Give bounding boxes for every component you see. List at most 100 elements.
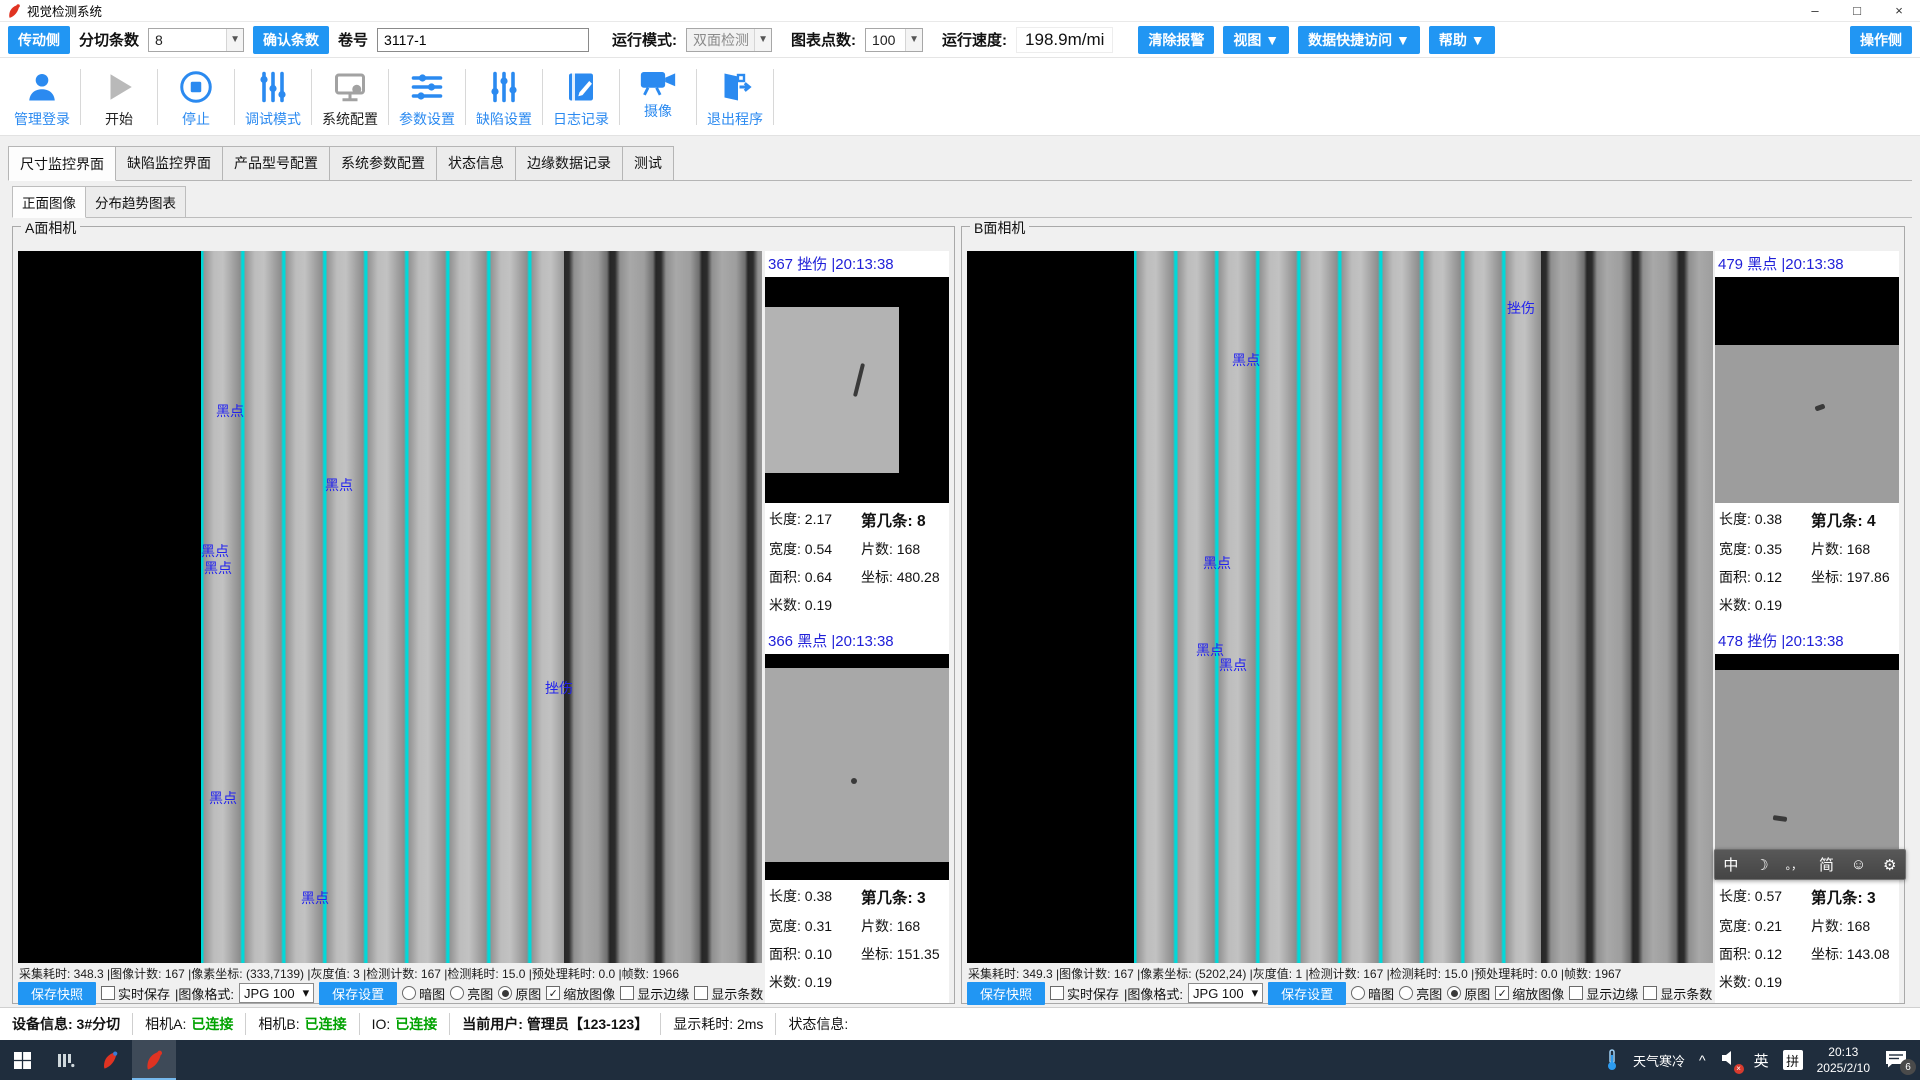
tab-system-param-config[interactable]: 系统参数配置 — [329, 146, 437, 180]
metric-coord: 坐标: 151.35 — [861, 944, 945, 964]
realtime-save-checkbox[interactable]: 实时保存 — [101, 984, 170, 1003]
weather-text[interactable]: 天气寒冷 — [1633, 1051, 1685, 1070]
taskbar-clock[interactable]: 20:13 2025/2/10 — [1817, 1044, 1870, 1076]
pinned-app-button[interactable] — [44, 1040, 88, 1080]
defect-marker: 黑点 — [1219, 655, 1247, 675]
strip-outer-zone — [564, 251, 762, 963]
defect-card-header[interactable]: 367 挫伤 |20:13:38 — [765, 251, 949, 277]
show-edge-checkbox[interactable]: 显示边缘 — [620, 984, 689, 1003]
defect-marker: 挫伤 — [1507, 298, 1535, 318]
zoom-image-checkbox[interactable]: ✓缩放图像 — [546, 984, 615, 1003]
exit-door-icon — [717, 65, 753, 105]
defect-metrics: 长度: 0.57 第几条: 3 宽度: 0.21 片数: 168 面积: 0.1… — [1715, 880, 1899, 992]
exit-program-button[interactable]: 退出程序 — [697, 65, 773, 129]
ime-punctuation-toggle[interactable]: 。， — [1786, 857, 1803, 873]
camera-b-controls: 保存快照 实时保存 |图像格式: JPG 100▾ 保存设置 暗图 亮图 原图 … — [967, 983, 1711, 1003]
camera-b-connection: 相机B:已连接 — [246, 1013, 359, 1035]
camera-a-controls: 保存快照 实时保存 |图像格式: JPG 100▾ 保存设置 暗图 亮图 原图 … — [18, 983, 762, 1003]
camera-a-image[interactable]: 黑点 黑点 黑点 黑点 挫伤 黑点 黑点 — [18, 251, 762, 963]
checkbox-icon — [1643, 986, 1657, 1000]
tab-edge-data-record[interactable]: 边缘数据记录 — [515, 146, 623, 180]
metric-coord: 坐标: 143.08 — [1811, 944, 1895, 964]
defect-card-header[interactable]: 479 黑点 |20:13:38 — [1715, 251, 1899, 277]
roll-no-input[interactable] — [377, 28, 589, 52]
notification-center-button[interactable]: 6 — [1884, 1049, 1910, 1071]
show-strips-checkbox[interactable]: 显示条数 — [694, 984, 763, 1003]
data-quick-access-button[interactable]: 数据快捷访问 ▼ — [1298, 26, 1420, 54]
show-edge-checkbox[interactable]: 显示边缘 — [1569, 984, 1638, 1003]
save-snapshot-button[interactable]: 保存快照 — [967, 982, 1045, 1005]
save-settings-button[interactable]: 保存设置 — [1268, 982, 1346, 1005]
tab-size-monitor[interactable]: 尺寸监控界面 — [8, 146, 116, 181]
defect-settings-button[interactable]: 缺陷设置 — [466, 65, 542, 129]
clear-alarm-button[interactable]: 清除报警 — [1138, 26, 1214, 54]
ime-simplified-toggle[interactable]: 简 — [1819, 854, 1834, 875]
view-menu-button[interactable]: 视图 ▼ — [1223, 26, 1289, 54]
defect-card: 367 挫伤 |20:13:38 长度: 2.17 第几条: 8 宽度: 0.5… — [765, 251, 949, 615]
control-label: 实时保存 — [118, 984, 170, 1003]
tab-status-info[interactable]: 状态信息 — [436, 146, 516, 180]
original-image-radio[interactable]: 原图 — [1447, 984, 1490, 1003]
control-label: 暗图 — [419, 984, 445, 1003]
defect-thumbnail[interactable] — [1715, 654, 1899, 880]
ime-settings-icon[interactable]: ⚙ — [1883, 856, 1896, 874]
ime-indicator[interactable]: 拼 — [1783, 1050, 1803, 1070]
zoom-image-checkbox[interactable]: ✓缩放图像 — [1495, 984, 1564, 1003]
control-label: 原图 — [1464, 984, 1490, 1003]
admin-login-button[interactable]: 管理登录 — [4, 65, 80, 129]
show-strips-checkbox[interactable]: 显示条数 — [1643, 984, 1712, 1003]
pinned-app2-button[interactable] — [88, 1040, 132, 1080]
defect-thumbnail[interactable] — [765, 654, 949, 880]
bright-image-radio[interactable]: 亮图 — [1399, 984, 1442, 1003]
defect-thumbnail[interactable] — [1715, 277, 1899, 503]
help-menu-button[interactable]: 帮助 ▼ — [1429, 26, 1495, 54]
camera-b-image[interactable]: 挫伤 黑点 黑点 黑点 黑点 — [967, 251, 1713, 963]
subtab-front-image[interactable]: 正面图像 — [12, 186, 86, 218]
log-record-button[interactable]: 日志记录 — [543, 65, 619, 129]
debug-mode-button[interactable]: 调试模式 — [235, 65, 311, 129]
start-button[interactable] — [0, 1040, 44, 1080]
stop-button[interactable]: 停止 — [158, 65, 234, 129]
minimize-icon[interactable]: – — [1794, 0, 1836, 22]
ime-emoji-icon[interactable]: ☺ — [1851, 856, 1866, 873]
dark-image-radio[interactable]: 暗图 — [402, 984, 445, 1003]
ime-fullwidth-icon[interactable]: ☽ — [1755, 856, 1768, 874]
save-snapshot-button[interactable]: 保存快照 — [18, 982, 96, 1005]
tray-expand-icon[interactable]: ^ — [1699, 1052, 1706, 1068]
volume-muted-icon[interactable]: × — [1720, 1049, 1740, 1072]
parameter-settings-button[interactable]: 参数设置 — [389, 65, 465, 129]
original-image-radio[interactable]: 原图 — [498, 984, 541, 1003]
run-mode-select[interactable]: 双面检测 ▼ — [686, 28, 772, 52]
operation-side-button[interactable]: 操作侧 — [1850, 26, 1912, 54]
start-button[interactable]: 开始 — [81, 65, 157, 129]
defect-card-header[interactable]: 366 黑点 |20:13:38 — [765, 628, 949, 654]
action-label: 停止 — [182, 109, 210, 129]
language-indicator[interactable]: 英 — [1754, 1050, 1769, 1071]
save-settings-button[interactable]: 保存设置 — [319, 982, 397, 1005]
transmission-side-button[interactable]: 传动侧 — [8, 26, 70, 54]
tab-test[interactable]: 测试 — [622, 146, 674, 180]
image-format-select[interactable]: JPG 100▾ — [239, 983, 314, 1003]
metric-width: 宽度: 0.35 — [1719, 539, 1811, 559]
tab-defect-monitor[interactable]: 缺陷监控界面 — [115, 146, 223, 180]
maximize-icon[interactable]: □ — [1836, 0, 1878, 22]
defect-marker: 黑点 — [216, 401, 244, 421]
bright-image-radio[interactable]: 亮图 — [450, 984, 493, 1003]
defect-card-header[interactable]: 478 挫伤 |20:13:38 — [1715, 628, 1899, 654]
defect-thumbnail[interactable] — [765, 277, 949, 503]
defect-card-list: 479 黑点 |20:13:38 长度: 0.38 第几条: 4 宽度: 0.3… — [1715, 251, 1899, 1003]
chart-points-select[interactable]: 100 ▼ — [865, 28, 923, 52]
system-config-button[interactable]: 系统配置 — [312, 65, 388, 129]
tab-product-model-config[interactable]: 产品型号配置 — [222, 146, 330, 180]
confirm-count-button[interactable]: 确认条数 — [253, 26, 329, 54]
defect-card-list: 367 挫伤 |20:13:38 长度: 2.17 第几条: 8 宽度: 0.5… — [765, 251, 949, 1003]
capture-button[interactable]: 摄像 — [620, 63, 696, 121]
dark-image-radio[interactable]: 暗图 — [1351, 984, 1394, 1003]
running-app-button[interactable] — [132, 1040, 176, 1080]
close-icon[interactable]: × — [1878, 0, 1920, 22]
ime-mode-toggle[interactable]: 中 — [1723, 854, 1738, 875]
image-format-select[interactable]: JPG 100▾ — [1188, 983, 1263, 1003]
subtab-trend-chart[interactable]: 分布趋势图表 — [85, 186, 186, 217]
realtime-save-checkbox[interactable]: 实时保存 — [1050, 984, 1119, 1003]
slit-count-select[interactable]: 8 ▼ — [148, 28, 244, 52]
